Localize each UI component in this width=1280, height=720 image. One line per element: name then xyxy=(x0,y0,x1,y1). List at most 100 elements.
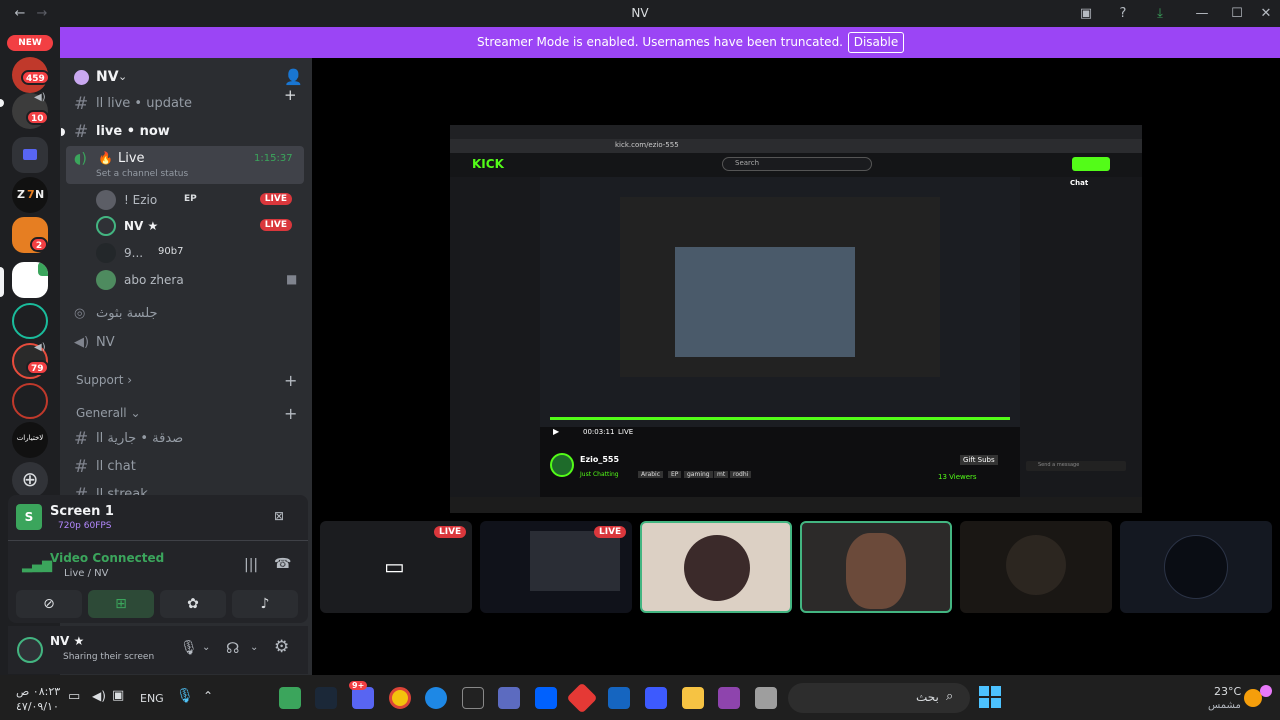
channel-chat[interactable]: # اا chat xyxy=(72,454,304,480)
copilot-icon[interactable] xyxy=(718,687,740,709)
video-controls: ▶ 00:03:11 LIVE xyxy=(553,427,634,436)
clock-date[interactable]: ٤٧/٠٩/١٠ xyxy=(16,700,59,713)
hash-icon: # xyxy=(74,457,89,477)
language-indicator[interactable]: ENG xyxy=(140,692,164,705)
disable-streamer-mode-button[interactable]: Disable xyxy=(848,32,904,53)
settings-gear-icon[interactable]: ⚙ xyxy=(274,637,289,657)
add-channel-icon[interactable]: + xyxy=(284,371,297,390)
edge-icon[interactable] xyxy=(425,687,447,709)
server-icon-7[interactable] xyxy=(12,303,48,339)
category-general[interactable]: Generall ⌄ xyxy=(76,406,141,420)
voice-user[interactable]: ! Ezio EP LIVE xyxy=(96,188,306,212)
dropbox-icon[interactable] xyxy=(535,687,557,709)
screen-share-quality: 720p 60FPS xyxy=(58,521,112,531)
server-icon-zen[interactable]: Z 7 N xyxy=(12,177,48,213)
stop-stream-icon[interactable]: ⊠ xyxy=(274,509,284,523)
outlook-icon[interactable] xyxy=(608,687,630,709)
avatar xyxy=(96,270,116,290)
battery-icon[interactable]: ▭ xyxy=(68,689,80,704)
inner-taskbar xyxy=(450,497,1142,513)
chrome-icon[interactable] xyxy=(389,687,411,709)
user-status: Sharing their screen xyxy=(63,652,155,662)
app-icon-9[interactable] xyxy=(566,682,598,714)
screen-share-button[interactable]: ⊞ xyxy=(88,590,154,618)
network-icon[interactable]: ▣ xyxy=(112,688,124,703)
participant-tile-avatar[interactable] xyxy=(640,521,792,613)
taskbar-search[interactable]: بحث ⌕ xyxy=(788,683,970,713)
avatar[interactable] xyxy=(17,637,43,663)
clock-time[interactable]: ٠٨:٢٣ ص xyxy=(16,685,60,698)
mic-chevron-icon[interactable]: ⌄ xyxy=(202,642,210,653)
server-2-mentions-badge: 10 xyxy=(26,110,49,125)
file-explorer-icon[interactable] xyxy=(682,687,704,709)
headphones-icon[interactable]: ☊ xyxy=(226,639,239,657)
voice-channel-nv[interactable]: ◀) NV xyxy=(72,330,304,356)
connection-status[interactable]: Video Connected xyxy=(50,551,164,565)
discord-icon[interactable] xyxy=(352,687,374,709)
inbox-icon[interactable]: ▣ xyxy=(1076,4,1096,24)
minimize-icon[interactable]: — xyxy=(1192,4,1212,24)
stream-stage: kick.com/ezio-555 KICK Search ▶ 00:03:11… xyxy=(312,58,1280,675)
stage-channel[interactable]: ◎ جلسة بثوث xyxy=(72,301,304,327)
voice-user[interactable]: NV ★ LIVE xyxy=(96,214,306,238)
microphone-icon[interactable]: 🎙 xyxy=(180,640,198,656)
add-server-icon[interactable]: ⊕ xyxy=(12,462,48,498)
download-icon[interactable]: ⤓ xyxy=(1150,4,1170,24)
maximize-icon[interactable]: ☐ xyxy=(1227,4,1247,24)
shared-screen[interactable]: kick.com/ezio-555 KICK Search ▶ 00:03:11… xyxy=(450,125,1142,513)
volume-icon[interactable]: ◀) xyxy=(92,689,106,703)
avatar xyxy=(96,190,116,210)
selected-server-pill xyxy=(0,267,4,297)
avatar xyxy=(96,216,116,236)
add-channel-icon[interactable]: + xyxy=(284,404,297,423)
weather-desc[interactable]: مشمس xyxy=(1208,700,1241,711)
activities-button[interactable]: ✿ xyxy=(160,590,226,618)
participant-tile-5[interactable] xyxy=(960,521,1112,613)
live-badge: LIVE xyxy=(259,193,292,205)
windows-start-icon[interactable] xyxy=(979,686,1001,708)
participant-tile-6[interactable] xyxy=(1120,521,1272,613)
monitor-icon: ▭ xyxy=(384,555,405,580)
user-panel: NV ★ Sharing their screen 🎙 ⌄ ☊ ⌄ ⚙ xyxy=(8,626,308,674)
channel-sadaqa[interactable]: # صدقة • جارية اا xyxy=(72,426,304,452)
camera-icon: ■ xyxy=(286,272,298,286)
voice-speaker-icon-2: ◀) xyxy=(34,342,46,353)
category-support[interactable]: Support › xyxy=(76,373,132,387)
unread-pill xyxy=(0,99,4,107)
participant-tile-camera[interactable] xyxy=(800,521,952,613)
connected-channel[interactable]: Live / NV xyxy=(64,568,108,579)
hash-icon: # xyxy=(74,122,89,142)
browser-tabs xyxy=(450,125,1142,139)
app-icon-14[interactable] xyxy=(755,687,777,709)
headset-chevron-icon[interactable]: ⌄ xyxy=(250,642,258,653)
streamer-mode-message: Streamer Mode is enabled. Usernames have… xyxy=(477,35,843,49)
server-icon-10[interactable]: لاختيارات xyxy=(12,422,48,458)
weather-temp[interactable]: 23°C xyxy=(1214,685,1241,698)
avatar xyxy=(96,243,116,263)
voice-user[interactable]: abo zhera ■ xyxy=(96,268,306,292)
channel-status[interactable]: Set a channel status xyxy=(96,169,188,179)
app-icon-7[interactable] xyxy=(498,687,520,709)
soundboard-button[interactable]: ♪ xyxy=(232,590,298,618)
server-icon-active[interactable] xyxy=(12,262,48,298)
stage-icon: ◎ xyxy=(74,306,86,321)
folder-icon[interactable] xyxy=(12,137,48,173)
steam-icon[interactable] xyxy=(315,687,337,709)
mic-tray-icon[interactable]: 🎙 xyxy=(176,688,194,704)
kick-app-icon[interactable] xyxy=(279,687,301,709)
windows-taskbar: ٠٨:٢٣ ص ٤٧/٠٩/١٠ ▭ ◀) ▣ ENG 🎙 ⌃ 9+ بحث ⌕… xyxy=(0,675,1280,720)
channel-update[interactable]: # اا live • update xyxy=(72,91,304,117)
store-icon[interactable] xyxy=(645,687,667,709)
close-window-icon[interactable]: ✕ xyxy=(1256,4,1276,24)
channel-now[interactable]: # live • now xyxy=(61,119,304,145)
disconnect-icon[interactable]: ☎ xyxy=(274,556,291,572)
server-icon-9[interactable] xyxy=(12,383,48,419)
voice-timer: 1:15:37 xyxy=(254,153,293,164)
epic-games-icon[interactable] xyxy=(462,687,484,709)
noise-suppression-icon[interactable]: ||| xyxy=(244,557,258,573)
chevron-up-icon[interactable]: ⌃ xyxy=(203,689,213,703)
voice-user[interactable]: 9... 90b7 xyxy=(96,241,306,265)
help-icon[interactable]: ? xyxy=(1113,4,1133,24)
camera-off-button[interactable]: ⊘ xyxy=(16,590,82,618)
voice-channel-live[interactable]: ◖) 🔥 Live 1:15:37 Set a channel status xyxy=(66,146,304,184)
